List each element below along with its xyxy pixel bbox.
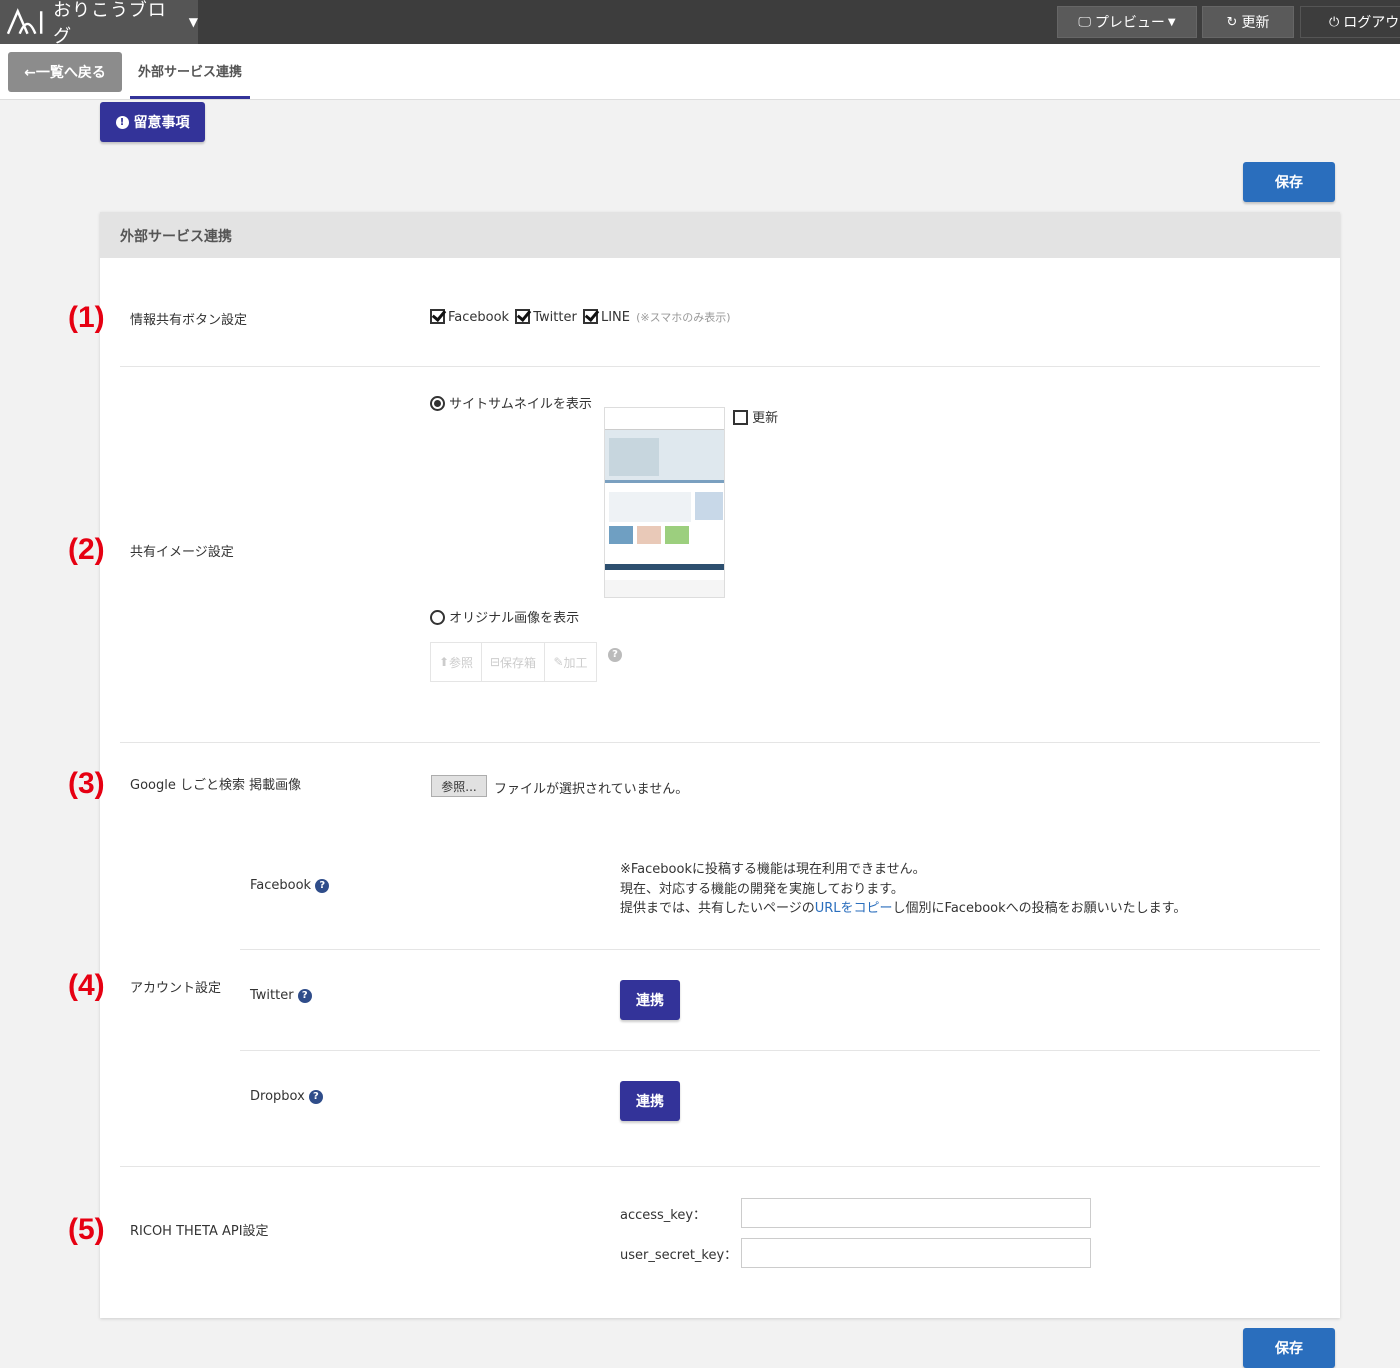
refresh-icon: ↻ xyxy=(1226,14,1238,30)
account-setting-label: アカウント設定 xyxy=(130,981,222,996)
access-key-input[interactable] xyxy=(741,1198,1091,1228)
dropbox-account-label: Dropbox xyxy=(250,1089,305,1104)
copy-url-link[interactable]: URLをコピー xyxy=(815,901,893,916)
brand-menu[interactable]: おりこうブログ ▼ xyxy=(0,0,198,47)
twitter-account-row: Twitter ? xyxy=(250,988,312,1003)
divider xyxy=(120,742,1320,743)
share-image-setting-label: 共有イメージ設定 xyxy=(130,545,234,560)
divider xyxy=(120,366,1320,367)
storage-box-label: 保存箱 xyxy=(500,655,537,670)
facebook-notice-line3: 提供までは、共有したいページのURLをコピーし個別にFacebookへの投稿をお… xyxy=(620,899,1186,919)
divider xyxy=(240,949,1320,950)
facebook-notice-line3-post: し個別にFacebookへの投稿をお願いいたします。 xyxy=(892,901,1187,916)
image-tool-buttons: ⬆ 参照 ⊟ 保存箱 ✎ 加工 xyxy=(430,642,597,682)
browse-image-button[interactable]: ⬆ 参照 xyxy=(431,643,482,681)
twitter-checkbox[interactable] xyxy=(515,309,531,324)
facebook-checkbox[interactable] xyxy=(430,309,445,324)
refresh-thumbnail-option: 更新 xyxy=(733,407,778,426)
twitter-link-button[interactable]: 連携 xyxy=(620,980,680,1020)
original-image-label: オリジナル画像を表示 xyxy=(449,611,580,626)
help-icon[interactable]: ? xyxy=(608,648,622,662)
settings-panel: 外部サービス連携 xyxy=(100,212,1340,1318)
refresh-label: 更新 xyxy=(1241,15,1270,31)
edit-image-label: 加工 xyxy=(563,655,588,670)
top-bar: おりこうブログ ▼ 🖵 プレビュー ▼ ↻ 更新 ⏻ ログアウ xyxy=(0,0,1400,47)
refresh-thumbnail-label: 更新 xyxy=(752,411,779,426)
logout-button[interactable]: ⏻ ログアウ xyxy=(1300,6,1400,38)
access-key-label: access_key： xyxy=(620,1208,707,1223)
line-note: (※スマホのみ表示) xyxy=(636,311,731,324)
divider xyxy=(120,1166,1320,1167)
panel-title: 外部サービス連携 xyxy=(100,212,1340,258)
facebook-option-label: Facebook xyxy=(448,310,510,325)
help-icon[interactable]: ? xyxy=(297,989,312,1003)
box-icon: ⊟ xyxy=(489,655,501,669)
help-icon[interactable]: ? xyxy=(308,1090,323,1104)
section-number-4: (4) xyxy=(68,969,105,1002)
twitter-option-label: Twitter xyxy=(533,310,577,325)
tab-external-services[interactable]: 外部サービス連携 xyxy=(130,44,250,99)
line-checkbox[interactable] xyxy=(582,309,598,324)
help-icon[interactable]: ? xyxy=(315,879,330,893)
notice-button[interactable]: ! 留意事項 xyxy=(100,102,205,142)
brush-icon: ✎ xyxy=(553,655,564,669)
power-icon: ⏻ xyxy=(1329,14,1340,30)
thumbnail-radio[interactable] xyxy=(430,396,445,411)
logout-label: ログアウ xyxy=(1343,15,1400,31)
facebook-account-label: Facebook xyxy=(250,878,312,893)
sub-navigation: ←一覧へ戻る 外部サービス連携 xyxy=(0,44,1400,100)
file-browse-button[interactable]: 参照... xyxy=(431,775,487,797)
ricoh-theta-api-label: RICOH THETA API設定 xyxy=(130,1224,269,1239)
info-icon: ! xyxy=(115,115,129,129)
storage-box-button[interactable]: ⊟ 保存箱 xyxy=(482,643,545,681)
preview-button[interactable]: 🖵 プレビュー ▼ xyxy=(1057,6,1197,38)
section-number-1: (1) xyxy=(68,301,105,334)
facebook-account-row: Facebook ? xyxy=(250,878,330,893)
original-image-radio[interactable] xyxy=(430,610,445,625)
line-option-label: LINE xyxy=(600,310,630,325)
thumbnail-option-label: サイトサムネイルを表示 xyxy=(449,397,592,412)
twitter-account-label: Twitter xyxy=(250,988,294,1003)
browse-image-label: 参照 xyxy=(449,655,474,670)
back-to-list-button[interactable]: ←一覧へ戻る xyxy=(8,52,122,92)
chevron-down-icon: ▼ xyxy=(188,15,198,29)
original-image-option: オリジナル画像を表示 xyxy=(430,607,579,626)
facebook-notice-line3-pre: 提供までは、共有したいページの xyxy=(620,901,815,916)
facebook-notice-message: ※Facebookに投稿する機能は現在利用できません。 現在、対応する機能の開発… xyxy=(620,860,1186,919)
share-button-options: Facebook Twitter LINE (※スマホのみ表示) xyxy=(430,309,731,325)
notice-label: 留意事項 xyxy=(133,115,190,131)
chevron-down-icon: ▼ xyxy=(1167,16,1176,28)
user-secret-key-label: user_secret_key： xyxy=(620,1248,738,1263)
refresh-button[interactable]: ↻ 更新 xyxy=(1202,6,1294,38)
monitor-icon: 🖵 xyxy=(1078,14,1091,30)
user-secret-key-input[interactable] xyxy=(741,1238,1091,1268)
brand-name: おりこうブログ xyxy=(53,0,167,47)
facebook-notice-line2: 現在、対応する機能の開発を実施しております。 xyxy=(620,881,904,897)
brand-logo-icon xyxy=(6,8,43,35)
share-button-setting-label: 情報共有ボタン設定 xyxy=(130,313,248,328)
preview-label: プレビュー xyxy=(1094,15,1165,31)
dropbox-account-row: Dropbox ? xyxy=(250,1089,323,1104)
save-button-bottom[interactable]: 保存 xyxy=(1243,1328,1335,1368)
facebook-notice-line1: ※Facebookに投稿する機能は現在利用できません。 xyxy=(620,862,926,877)
section-number-2: (2) xyxy=(68,533,105,566)
edit-image-button[interactable]: ✎ 加工 xyxy=(545,643,596,681)
section-number-3: (3) xyxy=(68,767,105,800)
upload-icon: ⬆ xyxy=(438,655,450,669)
google-jobs-image-label: Google しごと検索 掲載画像 xyxy=(130,778,302,793)
refresh-thumbnail-checkbox[interactable] xyxy=(733,410,748,425)
dropbox-link-button[interactable]: 連携 xyxy=(620,1081,680,1121)
section-number-5: (5) xyxy=(68,1213,105,1246)
file-status-text: ファイルが選択されていません。 xyxy=(494,782,689,797)
save-button-top[interactable]: 保存 xyxy=(1243,162,1335,202)
divider xyxy=(240,1050,1320,1051)
thumbnail-option: サイトサムネイルを表示 xyxy=(430,393,592,412)
site-thumbnail-image xyxy=(604,407,725,598)
